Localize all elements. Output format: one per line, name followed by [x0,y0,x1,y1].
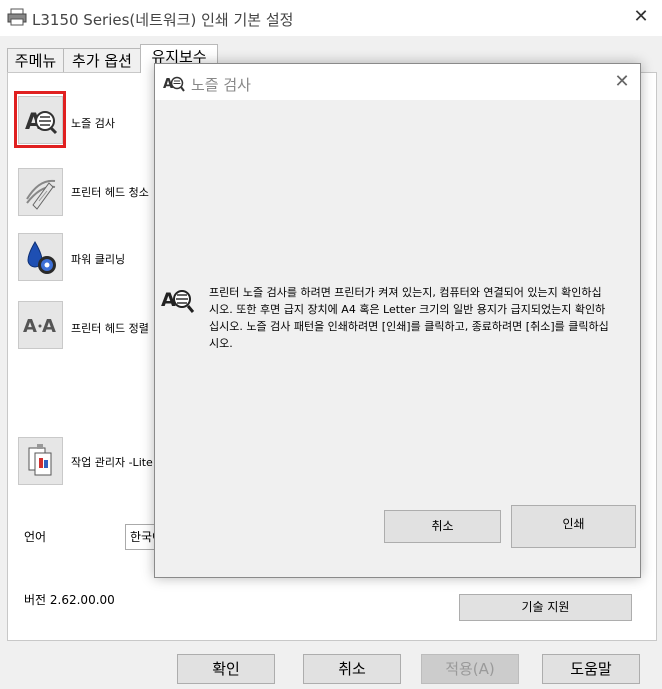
cancel-button[interactable]: 취소 [303,654,401,684]
svg-text:A: A [23,316,37,337]
power-cleaning-button[interactable] [18,233,63,281]
language-label: 언어 [24,530,47,544]
dialog-title: 노즐 검사 [191,76,251,94]
nozzle-check-button[interactable]: A [18,96,63,144]
head-cleaning-button[interactable] [18,168,63,216]
job-manager-button[interactable] [18,437,63,485]
dialog-cancel-button[interactable]: 취소 [384,510,501,543]
tool-label-nozzle-check: 노즐 검사 [71,117,115,130]
apply-button: 적용(A) [421,654,519,684]
tool-label-power-cleaning: 파워 클리닝 [71,253,126,266]
tab-main-menu[interactable]: 주메뉴 [7,48,64,73]
close-icon[interactable]: ✕ [628,4,654,30]
head-alignment-button[interactable]: A A [18,301,63,349]
nozzle-check-icon: A [161,282,195,316]
ok-button[interactable]: 확인 [177,654,275,684]
nozzle-check-icon: A [163,73,185,93]
tool-label-head-cleaning: 프린터 헤드 청소 [71,186,149,199]
printer-icon [7,8,27,26]
dialog-message: 프린터 노즐 검사를 하려면 프린터가 켜져 있는지, 컴퓨터와 연결되어 있는… [209,286,609,350]
tool-label-head-alignment: 프린터 헤드 정렬 [71,322,149,335]
nozzle-check-dialog: A 노즐 검사 ✕ A 프린터 노즐 검사를 하려면 프린터가 켜져 있는지, … [154,63,641,578]
svg-text:A: A [42,316,56,337]
version-text: 버전 2.62.00.00 [24,593,115,607]
dialog-print-button[interactable]: 인쇄 [511,505,636,548]
tab-more-options[interactable]: 추가 옵션 [63,48,141,73]
help-button[interactable]: 도움말 [542,654,640,684]
close-icon[interactable]: ✕ [610,70,634,94]
window-title: L3150 Series(네트워크) 인쇄 기본 설정 [32,11,294,29]
tool-label-job-manager: 작업 관리자 -Lite [71,456,153,469]
tech-support-button[interactable]: 기술 지원 [459,594,632,621]
